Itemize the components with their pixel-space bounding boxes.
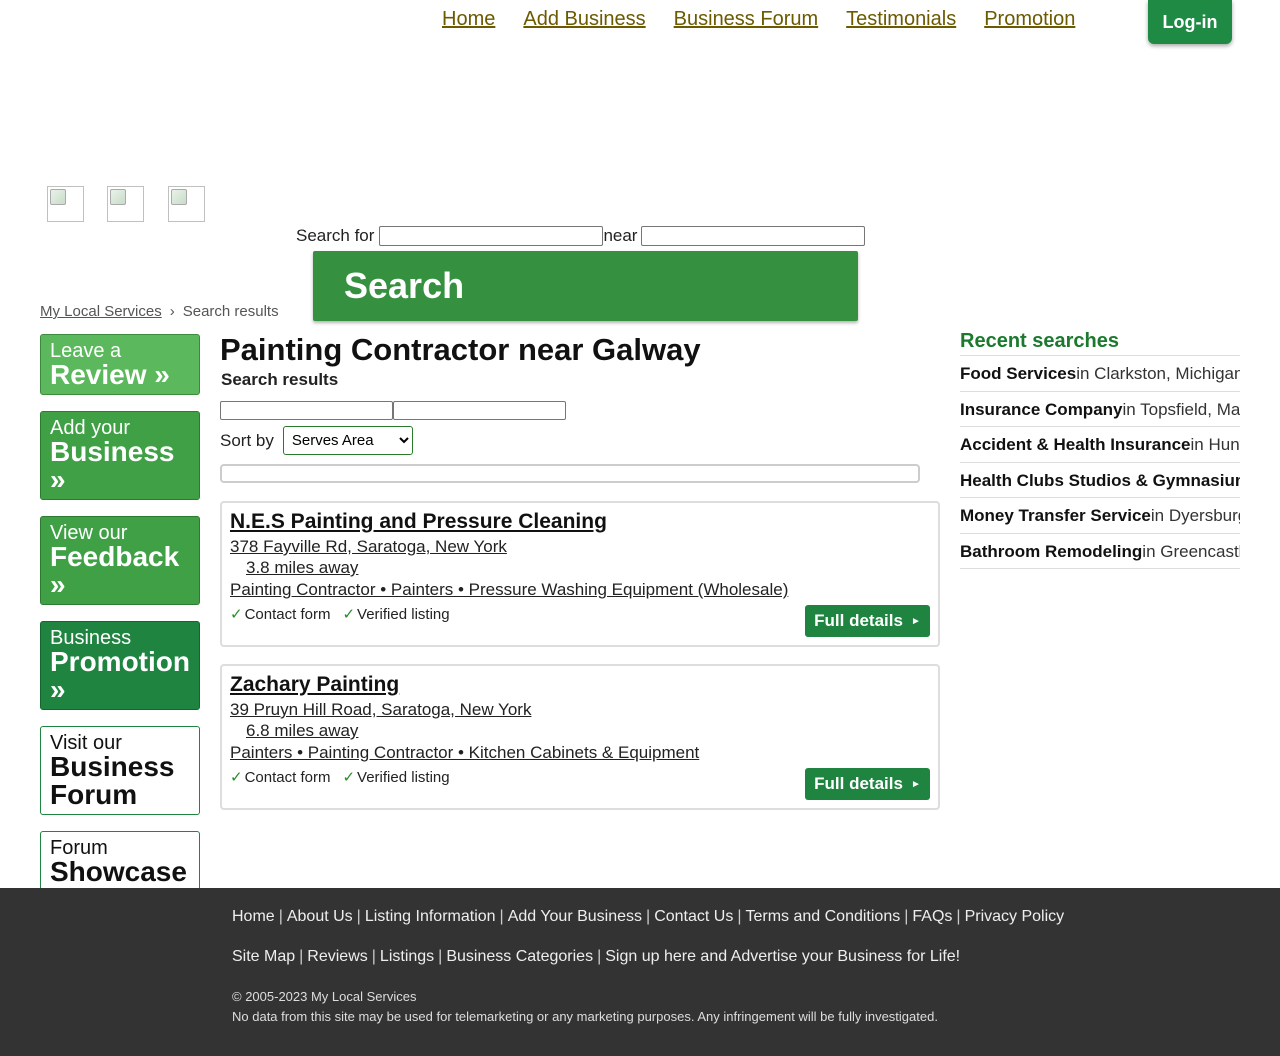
check-icon: ✓ xyxy=(342,606,356,623)
filter-row xyxy=(220,401,940,420)
recent-search-item[interactable]: Bathroom Remodelingin Greencastle xyxy=(960,534,1240,569)
disclaimer: No data from this site may be used for t… xyxy=(232,1009,938,1024)
social-image-icon[interactable] xyxy=(47,186,84,222)
nav-add-business[interactable]: Add Business xyxy=(523,8,645,31)
recent-search-item[interactable]: Accident & Health Insurancein Huntington xyxy=(960,427,1240,463)
nav-testimonials[interactable]: Testimonials xyxy=(846,8,956,31)
main-content: Painting Contractor near Galway Search r… xyxy=(220,334,940,810)
footer-links-primary: Home | About Us | Listing Information | Add Yo… xyxy=(232,908,1065,925)
footer-link-privacy[interactable]: Privacy Policy xyxy=(965,908,1065,925)
results-progress-bar xyxy=(220,464,920,483)
filter-input[interactable] xyxy=(393,401,566,420)
sidebar-big-text: Business Forum xyxy=(50,751,175,810)
sidebar-big-text: Showcase xyxy=(50,856,187,887)
recent-search-item[interactable]: Food Servicesin Clarkston, Michigan xyxy=(960,356,1240,392)
breadcrumb: My Local Services › Search results xyxy=(40,303,279,320)
breadcrumb-home[interactable]: My Local Services xyxy=(40,303,162,320)
footer-link-sitemap[interactable]: Site Map xyxy=(232,948,295,965)
recent-search-item[interactable]: Insurance Companyin Topsfield, Massachus… xyxy=(960,392,1240,427)
social-image-icon[interactable] xyxy=(107,186,144,222)
footer-link-terms[interactable]: Terms and Conditions xyxy=(745,908,900,925)
footer-link-home[interactable]: Home xyxy=(232,908,275,925)
listing-address[interactable]: 39 Pruyn Hill Road, Saratoga, New York xyxy=(230,700,930,720)
feature-contact: ✓ Contact form xyxy=(230,606,331,623)
footer-link-listing-info[interactable]: Listing Information xyxy=(365,908,496,925)
breadcrumb-current: Search results xyxy=(182,303,279,320)
listing-card: Zachary Painting 39 Pruyn Hill Road, Sar… xyxy=(220,664,940,810)
listing-distance[interactable]: 6.8 miles away xyxy=(246,721,358,741)
sidebar-small-text: Forum xyxy=(50,837,108,859)
listing-address[interactable]: 378 Fayville Rd, Saratoga, New York xyxy=(230,537,930,557)
footer-link-faqs[interactable]: FAQs xyxy=(912,908,952,925)
sort-row: Sort by Serves Area xyxy=(220,426,940,455)
top-nav: Home Add Business Business Forum Testimo… xyxy=(442,8,1075,31)
sidebar-small-text: Business xyxy=(50,627,132,649)
nav-home[interactable]: Home xyxy=(442,8,495,31)
recent-searches-title: Recent searches xyxy=(960,330,1240,356)
listing-categories[interactable]: Painters • Painting Contractor • Kitchen… xyxy=(230,743,930,763)
location-input[interactable] xyxy=(641,226,866,246)
copyright: © 2005-2023 My Local Services xyxy=(232,989,417,1004)
footer-link-signup[interactable]: Sign up here and Advertise your Business… xyxy=(605,948,960,965)
breadcrumb-separator: › xyxy=(169,303,175,320)
full-details-button[interactable]: Full details ► xyxy=(805,605,930,637)
footer-links-secondary: Site Map | Reviews | Listings | Business Categ… xyxy=(232,948,961,965)
sidebar-big-text: Promotion » xyxy=(50,646,190,705)
recent-search-item[interactable]: Health Clubs Studios & Gymnasiums xyxy=(960,463,1240,498)
sidebar-big-text: Business » xyxy=(50,436,175,495)
recent-search-item[interactable]: Money Transfer Servicein Dyersburg xyxy=(960,498,1240,534)
nav-business-forum[interactable]: Business Forum xyxy=(674,8,819,31)
page-title: Painting Contractor near Galway xyxy=(220,332,701,367)
filter-input[interactable] xyxy=(220,401,393,420)
nav-promotion[interactable]: Promotion xyxy=(984,8,1075,31)
feature-verified: ✓ Verified listing xyxy=(342,769,450,786)
results-subtitle: Search results xyxy=(221,370,339,389)
check-icon: ✓ xyxy=(230,769,243,786)
forum-showcase-button[interactable]: Forum Showcase xyxy=(40,831,200,892)
near-label: near xyxy=(603,226,638,245)
listing-distance[interactable]: 3.8 miles away xyxy=(246,558,358,578)
footer-link-categories[interactable]: Business Categories xyxy=(446,948,593,965)
check-icon: ✓ xyxy=(342,769,356,786)
footer-link-about[interactable]: About Us xyxy=(287,908,353,925)
sidebar-small-text: Add your xyxy=(50,417,131,439)
listing-card: N.E.S Painting and Pressure Cleaning 378… xyxy=(220,501,940,647)
check-icon: ✓ xyxy=(230,606,243,623)
search-for-label: Search for xyxy=(296,226,375,245)
search-form: Search for near xyxy=(296,226,866,246)
business-promotion-button[interactable]: Business Promotion » xyxy=(40,621,200,710)
sort-label: Sort by xyxy=(220,430,274,450)
footer-link-reviews[interactable]: Reviews xyxy=(307,948,367,965)
footer: Home | About Us | Listing Information | Add Yo… xyxy=(0,888,1280,1056)
footer-link-listings[interactable]: Listings xyxy=(380,948,434,965)
sidebar-small-text: Leave a xyxy=(50,340,122,362)
arrow-right-icon: ► xyxy=(910,615,921,627)
sidebar-small-text: Visit our xyxy=(50,732,122,754)
social-image-icon[interactable] xyxy=(168,186,205,222)
full-details-button[interactable]: Full details ► xyxy=(805,768,930,800)
view-feedback-button[interactable]: View our Feedback » xyxy=(40,516,200,605)
search-input[interactable] xyxy=(379,226,604,246)
business-forum-button[interactable]: Visit our Business Forum xyxy=(40,726,200,815)
arrow-right-icon: ► xyxy=(910,778,921,790)
leave-review-button[interactable]: Leave a Review » xyxy=(40,334,200,395)
sidebar-big-text: Feedback » xyxy=(50,541,180,600)
sidebar-big-text: Review » xyxy=(50,359,170,390)
sort-select[interactable]: Serves Area xyxy=(282,426,413,455)
login-button[interactable]: Log-in xyxy=(1148,0,1232,44)
add-business-button[interactable]: Add your Business » xyxy=(40,411,200,500)
feature-contact: ✓ Contact form xyxy=(230,769,331,786)
listing-name[interactable]: N.E.S Painting and Pressure Cleaning xyxy=(230,510,607,534)
feature-verified: ✓ Verified listing xyxy=(342,606,450,623)
left-sidebar: Leave a Review » Add your Business » Vie… xyxy=(40,334,200,908)
button-label: Full details xyxy=(814,611,903,630)
listing-categories[interactable]: Painting Contractor • Painters • Pressur… xyxy=(230,580,930,600)
recent-searches: Recent searches Food Servicesin Clarksto… xyxy=(960,330,1240,569)
footer-link-contact[interactable]: Contact Us xyxy=(654,908,733,925)
search-button[interactable]: Search xyxy=(313,251,858,321)
sidebar-small-text: View our xyxy=(50,522,128,544)
footer-link-add-business[interactable]: Add Your Business xyxy=(508,908,642,925)
button-label: Full details xyxy=(814,774,903,793)
listing-name[interactable]: Zachary Painting xyxy=(230,673,399,697)
